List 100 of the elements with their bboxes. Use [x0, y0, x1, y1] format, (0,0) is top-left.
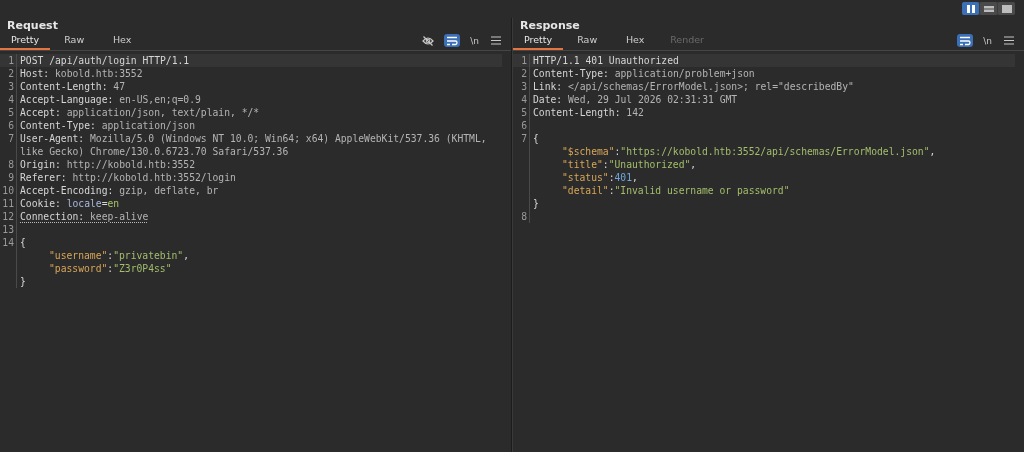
- header-value: http://kobold.htb:3552/login: [72, 172, 236, 183]
- header-value: gzip, deflate, br: [119, 185, 219, 196]
- punctuation: ,: [183, 250, 189, 261]
- json-string: "https://kobold.htb:3552/api/schemas/ErrorModel.json": [620, 146, 930, 157]
- json-key: "title": [562, 159, 603, 170]
- line-number: 5: [521, 107, 527, 118]
- header-name: Referer: [20, 172, 61, 183]
- wrap-lines-icon[interactable]: [957, 34, 974, 47]
- newline-toggle[interactable]: \n: [981, 34, 994, 47]
- line-number: 13: [2, 224, 14, 235]
- punctuation: ,: [929, 146, 936, 157]
- line-number: 2: [521, 68, 527, 79]
- wrap-lines-icon[interactable]: [444, 34, 461, 47]
- punctuation: :: [55, 198, 62, 209]
- cookie-name: locale: [66, 198, 102, 209]
- panel-title: Request: [6, 18, 59, 34]
- punctuation: {: [20, 237, 26, 248]
- punctuation: :: [55, 107, 62, 118]
- header-value: Mozilla/5.0 (Windows NT 10.0; Win64; x64) AppleWebKit/537.36 (KHTML,: [90, 133, 487, 144]
- line-number: 4: [521, 94, 527, 105]
- header-name: Host: [20, 68, 44, 79]
- tab[interactable]: Pretty: [513, 34, 564, 50]
- punctuation: ,: [690, 159, 697, 170]
- header-name: Content-Type: [20, 120, 90, 131]
- punctuation: =: [101, 198, 108, 209]
- json-key: "$schema": [562, 146, 615, 157]
- single-layout-button[interactable]: [998, 2, 1015, 15]
- header-value: </api/schemas/ErrorModel.json>; rel="describedBy": [568, 81, 854, 92]
- punctuation: :: [55, 159, 62, 170]
- header-name: Accept: [20, 107, 55, 118]
- line-number: 8: [521, 211, 527, 222]
- json-string: "Unauthorized": [608, 159, 691, 170]
- punctuation: :: [107, 185, 115, 196]
- punctuation: :: [614, 107, 622, 118]
- header-name: Content-Length: [533, 107, 615, 118]
- line-number: 6: [8, 120, 14, 131]
- header-name: Link: [533, 81, 557, 92]
- line-number: 11: [2, 198, 14, 209]
- header-value: http://kobold.htb:3552: [66, 159, 195, 170]
- json-string: "privatebin": [113, 250, 184, 261]
- punctuation: :: [78, 133, 86, 144]
- punctuation: :: [556, 81, 564, 92]
- punctuation: :: [614, 146, 621, 157]
- punctuation: :: [107, 250, 114, 261]
- header-value: keep-alive: [90, 211, 149, 222]
- line-number: 14: [2, 237, 14, 248]
- header-name: Content-Type: [533, 68, 603, 79]
- line-number: 3: [8, 81, 14, 92]
- square-icon: [1001, 4, 1012, 13]
- header-value: application/json, text/plain, */*: [66, 107, 260, 118]
- rows-icon: [983, 4, 994, 13]
- cookie-value: en: [107, 198, 120, 209]
- line-number: 5: [8, 107, 14, 118]
- rows-layout-button[interactable]: [980, 2, 997, 15]
- line-number: 8: [8, 159, 14, 170]
- header-value: Wed, 29 Jul 2026 02:31:31 GMT: [568, 94, 738, 105]
- line-number: 10: [2, 185, 14, 196]
- header-name: Connection: [20, 211, 79, 222]
- punctuation: :: [608, 172, 615, 183]
- menu-icon[interactable]: [489, 34, 503, 47]
- line-number: 3: [521, 81, 527, 92]
- columns-layout-button[interactable]: [962, 2, 979, 15]
- panel-title: Response: [519, 18, 581, 34]
- json-key: "status": [562, 172, 609, 183]
- header-value: 47: [113, 81, 125, 92]
- json-string: "Invalid username or password": [614, 185, 790, 196]
- header-name: POST /api/auth/login HTTP/1.1: [20, 55, 190, 66]
- header-value: application/problem+json: [614, 68, 755, 79]
- header-name: User-Agent: [20, 133, 79, 144]
- punctuation: :: [608, 185, 615, 196]
- newline-toggle[interactable]: \n: [468, 34, 481, 47]
- menu-icon[interactable]: [1002, 34, 1016, 47]
- punctuation: :: [556, 94, 564, 105]
- line-number: 12: [2, 211, 14, 222]
- header-name: Date: [533, 94, 557, 105]
- line-number: 4: [8, 94, 14, 105]
- json-key: "password": [49, 263, 108, 274]
- header-value: application/json: [101, 120, 195, 131]
- punctuation: :: [101, 81, 109, 92]
- tab[interactable]: Pretty: [0, 34, 51, 50]
- tab[interactable]: Raw: [50, 34, 99, 50]
- line-number: 2: [8, 68, 14, 79]
- json-key: "username": [49, 250, 108, 261]
- punctuation: {: [533, 133, 539, 144]
- header-value: en-US,en;q=0.9: [119, 94, 201, 105]
- tab[interactable]: Hex: [611, 34, 660, 50]
- header-value: kobold.htb:3552: [55, 68, 143, 79]
- header-value: like Gecko) Chrome/130.0.6723.70 Safari/537.36: [20, 146, 289, 157]
- line-number: 1: [521, 55, 527, 66]
- json-string: "Z3r0P4ss": [113, 263, 172, 274]
- tab[interactable]: Raw: [563, 34, 612, 50]
- line-number: 9: [8, 172, 14, 183]
- tab[interactable]: Hex: [98, 34, 147, 50]
- columns-icon: [965, 4, 976, 13]
- line-number: 6: [521, 120, 527, 131]
- punctuation: }: [533, 198, 539, 209]
- punctuation: :: [60, 172, 68, 183]
- punctuation: ,: [632, 172, 638, 183]
- header-name: Accept-Language: [20, 94, 108, 105]
- punctuation: :: [43, 68, 51, 79]
